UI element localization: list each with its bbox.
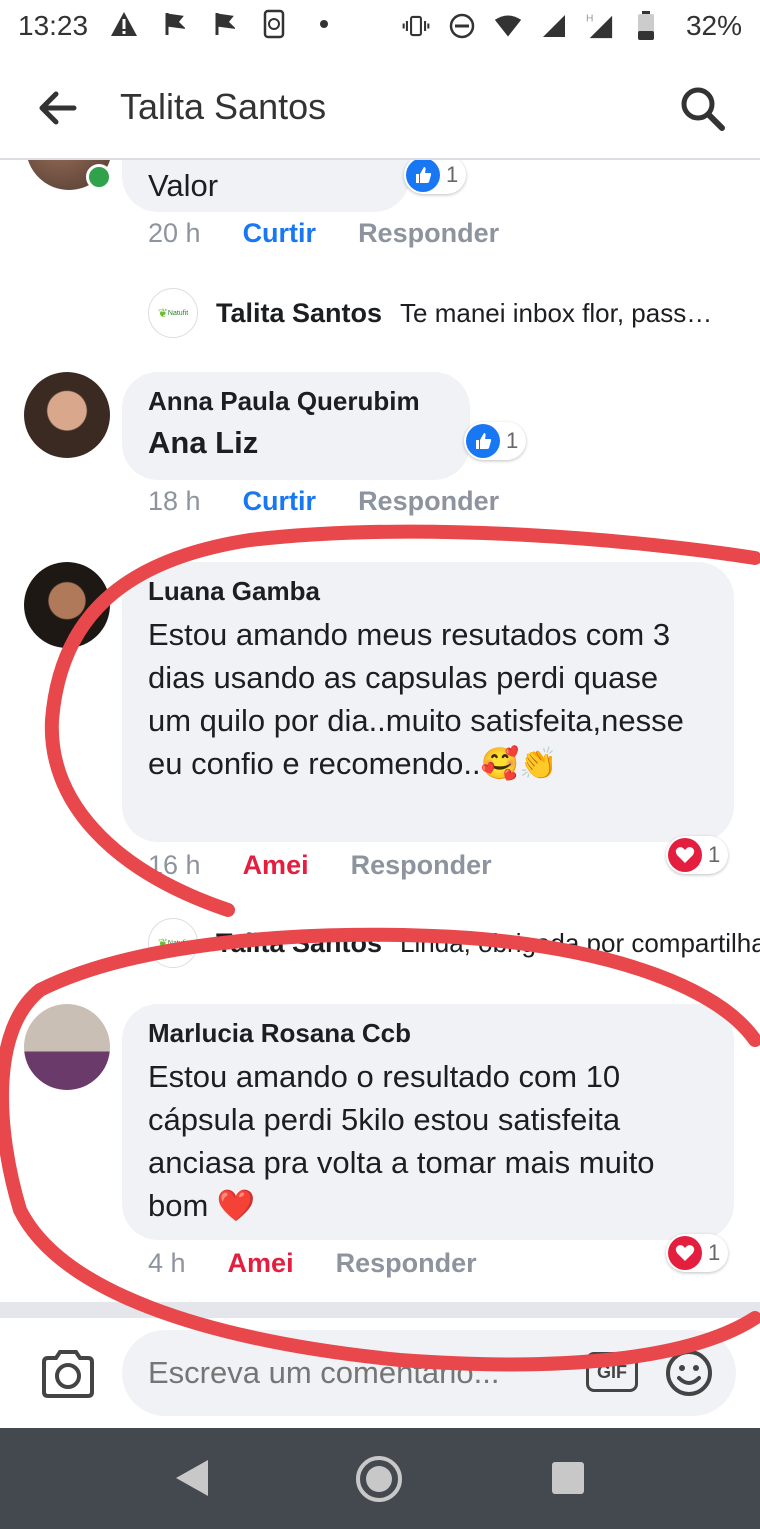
reply-button[interactable]: Responder	[358, 218, 499, 249]
reaction-count: 1	[446, 162, 459, 187]
triangle-back-icon	[176, 1460, 208, 1496]
reply-author[interactable]: Talita Santos	[216, 928, 382, 959]
system-icons: H	[402, 10, 660, 42]
flag-icon	[210, 8, 238, 40]
avatar: ❦ Natufit	[148, 288, 198, 338]
online-status-icon	[86, 164, 112, 190]
home-circle-icon	[356, 1456, 402, 1502]
leaf-icon: ❦	[157, 306, 168, 320]
page-title: Talita Santos	[120, 86, 327, 127]
gif-icon: GIF	[597, 1361, 627, 1382]
wifi-icon	[494, 10, 522, 42]
gif-button[interactable]: GIF	[586, 1352, 638, 1392]
comment-bubble[interactable]: Marlucia Rosana Ccb Estou amando o resul…	[122, 1004, 734, 1240]
reply-button[interactable]: Responder	[358, 486, 499, 517]
comment-time: 18 h	[148, 486, 201, 516]
app-header: Talita Santos	[0, 56, 760, 160]
reply-button[interactable]: Responder	[351, 850, 492, 881]
nav-recents-button[interactable]	[550, 1460, 586, 1496]
system-nav-bar	[0, 1428, 760, 1529]
search-button[interactable]	[678, 84, 726, 132]
battery-icon	[632, 10, 660, 42]
reaction-badge[interactable]: 1	[666, 1234, 729, 1272]
signal-h-icon: H	[586, 10, 614, 42]
reply-text: Te manei inbox flor, pass…	[400, 297, 713, 328]
comment-meta: 18 h Curtir Responder	[148, 486, 499, 517]
leaf-icon: ❦	[157, 936, 168, 950]
comment-author[interactable]: Marlucia Rosana Ccb	[148, 1018, 708, 1049]
comment-time: 4 h	[148, 1248, 186, 1278]
comment-meta: 4 h Amei Responder	[148, 1248, 477, 1279]
reply-preview[interactable]: ❦ Natufit Talita Santos Te manei inbox fl…	[148, 288, 712, 338]
status-time: 13:23	[18, 10, 89, 41]
smiley-icon	[666, 1350, 712, 1396]
like-icon	[466, 424, 500, 458]
phone-sync-icon	[260, 8, 288, 40]
avatar[interactable]	[24, 372, 110, 458]
reaction-badge[interactable]: 1	[464, 422, 527, 460]
comment-input[interactable]	[122, 1330, 736, 1416]
like-button[interactable]: Curtir	[243, 218, 317, 249]
camera-button[interactable]	[40, 1348, 96, 1400]
signal-icon	[540, 10, 568, 42]
divider	[0, 1302, 760, 1318]
heart-icon	[668, 838, 702, 872]
reply-preview[interactable]: ❦ Natufit Talita Santos Linda, obrigada p…	[148, 918, 760, 968]
reply-button[interactable]: Responder	[336, 1248, 477, 1279]
comment-time: 20 h	[148, 218, 201, 248]
avatar[interactable]	[24, 562, 110, 648]
like-icon	[406, 160, 440, 192]
do-not-disturb-icon	[448, 10, 476, 42]
reaction-badge[interactable]: 1	[666, 836, 729, 874]
comment-bubble[interactable]: Anna Paula Querubim Ana Liz	[122, 372, 470, 480]
notification-icons	[110, 8, 338, 40]
nav-back-button[interactable]	[172, 1456, 212, 1500]
battery-percent: 32%	[685, 10, 742, 41]
comments-list[interactable]: Valor 1 20 h Curtir Responder ❦ Natufit T…	[0, 160, 760, 1302]
warning-icon	[110, 8, 138, 40]
reaction-count: 1	[506, 428, 519, 453]
reply-author[interactable]: Talita Santos	[216, 298, 382, 329]
back-button[interactable]	[34, 86, 84, 130]
svg-text:H: H	[586, 13, 593, 24]
love-button[interactable]: Amei	[228, 1248, 294, 1279]
comment-time: 16 h	[148, 850, 201, 880]
status-bar: 13:23 H 32%	[0, 0, 760, 56]
reply-text: Linda, obrigada por compartilhar…	[400, 927, 760, 958]
vibrate-icon	[402, 10, 430, 42]
comment-text: Estou amando meus resutados com 3 dias u…	[148, 617, 684, 781]
comment-bubble[interactable]: Valor	[122, 160, 410, 212]
heart-icon	[668, 1236, 702, 1270]
comment-author[interactable]: Anna Paula Querubim	[148, 386, 444, 417]
love-button[interactable]: Amei	[243, 850, 309, 881]
reaction-badge[interactable]: 1	[404, 160, 467, 194]
comment-text: Estou amando o resultado com 10 cápsula …	[148, 1059, 655, 1223]
avatar: ❦ Natufit	[148, 918, 198, 968]
search-icon	[681, 87, 725, 131]
comment-author[interactable]: Luana Gamba	[148, 576, 708, 607]
comment-bubble[interactable]: Luana Gamba Estou amando meus resutados …	[122, 562, 734, 842]
comment-text: Valor	[148, 168, 219, 203]
avatar[interactable]	[24, 1004, 110, 1090]
nav-home-button[interactable]	[354, 1454, 404, 1504]
comment-meta: 16 h Amei Responder	[148, 850, 492, 881]
like-button[interactable]: Curtir	[243, 486, 317, 517]
emoji-button[interactable]	[664, 1348, 714, 1398]
comment-meta: 20 h Curtir Responder	[148, 218, 499, 249]
camera-icon	[42, 1350, 94, 1398]
comment-composer: GIF	[0, 1318, 760, 1428]
reaction-count: 1	[708, 842, 721, 867]
arrow-left-icon	[39, 91, 77, 125]
dot-icon	[310, 8, 338, 40]
comment-text: Ana Liz	[148, 425, 259, 460]
reaction-count: 1	[708, 1240, 721, 1265]
square-recents-icon	[552, 1462, 584, 1494]
flag-icon	[160, 8, 188, 40]
